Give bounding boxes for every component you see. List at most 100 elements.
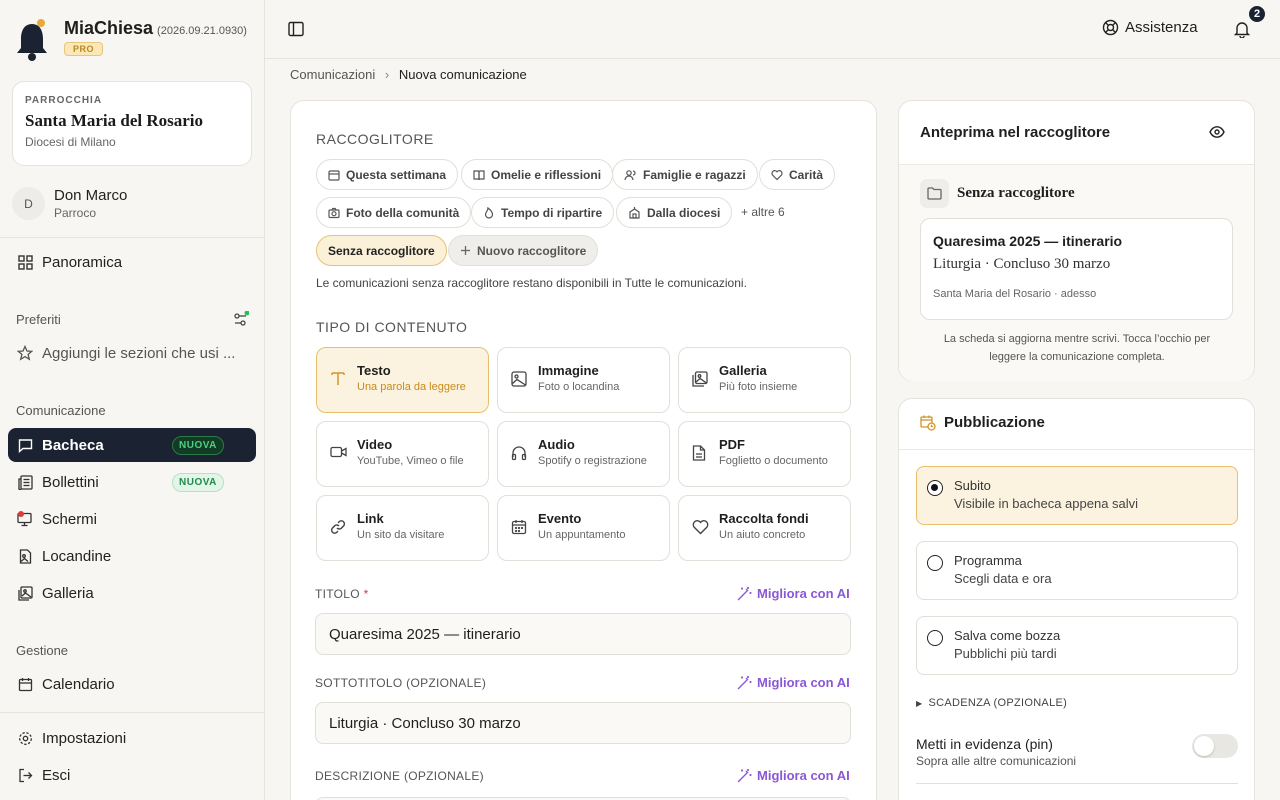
chip-diocesi[interactable]: Dalla diocesi <box>616 197 733 228</box>
type-immagine[interactable]: Immagine Foto o locandina <box>497 347 670 413</box>
notification-count: 2 <box>1247 4 1267 24</box>
type-galleria[interactable]: Galleria Più foto insieme <box>678 347 851 413</box>
publish-option-subito[interactable]: Subito Visibile in bacheca appena salvi <box>916 466 1238 525</box>
brand[interactable]: MiaChiesa (2026.09.21.0930) PRO <box>14 18 247 62</box>
tile-title: Audio <box>538 437 575 452</box>
chip-omelie[interactable]: Omelie e riflessioni <box>461 159 614 190</box>
favorites-add[interactable]: Aggiungi le sezioni che usi ... <box>8 336 256 370</box>
chip-carita[interactable]: Carità <box>759 159 836 190</box>
tile-subtitle: Più foto insieme <box>719 381 798 393</box>
users-icon <box>624 169 637 181</box>
newspaper-icon <box>17 474 33 490</box>
chip-foto-comunita[interactable]: Foto della comunità <box>316 197 472 228</box>
collector-label: RACCOGLITORE <box>316 131 434 147</box>
eye-icon[interactable] <box>1209 125 1225 142</box>
app-name: MiaChiesa <box>64 18 154 38</box>
title-input[interactable]: Quaresima 2025 — itinerario <box>315 613 851 655</box>
text-icon <box>330 371 346 390</box>
church-icon <box>628 206 641 219</box>
chip-questa-settimana[interactable]: Questa settimana <box>316 159 459 190</box>
type-testo[interactable]: Testo Una parola da leggere <box>316 347 489 413</box>
ai-label: Migliora con AI <box>757 768 850 783</box>
gear-icon <box>17 730 33 746</box>
preview-item-subtitle: Liturgia · Concluso 30 marzo <box>933 256 1111 272</box>
nav-esci[interactable]: Esci <box>8 758 256 792</box>
chip-label: Dalla diocesi <box>647 205 721 220</box>
folder-icon <box>920 179 949 208</box>
calendar-icon <box>17 676 33 692</box>
new-collector-button[interactable]: Nuovo raccoglitore <box>448 235 599 266</box>
new-badge: NUOVA <box>172 472 224 492</box>
nav-panoramica[interactable]: Panoramica <box>8 245 256 279</box>
document-icon <box>692 445 706 464</box>
sidebar-toggle-icon[interactable] <box>288 21 304 40</box>
new-badge: NUOVA <box>172 435 224 455</box>
type-video[interactable]: Video YouTube, Vimeo o file <box>316 421 489 487</box>
nav-bollettini[interactable]: Bollettini NUOVA <box>8 465 256 499</box>
chip-label: Famiglie e ragazzi <box>643 167 746 182</box>
calendar-icon <box>328 169 340 181</box>
preview-item-card[interactable]: Quaresima 2025 — itinerario Liturgia · C… <box>920 218 1233 320</box>
nav-bacheca[interactable]: Bacheca NUOVA <box>8 428 256 462</box>
breadcrumb-parent[interactable]: Comunicazioni <box>290 67 375 82</box>
option-subtitle: Scegli data e ora <box>954 571 1052 586</box>
publish-option-programma[interactable]: Programma Scegli data e ora <box>916 541 1238 600</box>
user-profile[interactable]: D Don Marco Parroco <box>12 187 127 220</box>
lifebuoy-icon <box>1102 19 1119 36</box>
expiry-toggle[interactable]: ▶ SCADENZA (OPZIONALE) <box>916 697 1067 709</box>
user-role: Parroco <box>54 206 97 220</box>
chip-label: Omelie e riflessioni <box>491 167 602 182</box>
type-raccolta-fondi[interactable]: Raccolta fondi Un aiuto concreto <box>678 495 851 561</box>
parish-card[interactable]: PARROCCHIA Santa Maria del Rosario Dioce… <box>12 81 252 166</box>
nav-calendario[interactable]: Calendario <box>8 667 256 701</box>
chip-famiglie[interactable]: Famiglie e ragazzi <box>612 159 758 190</box>
nav-label: Galleria <box>42 584 94 602</box>
subtitle-input[interactable]: Liturgia · Concluso 30 marzo <box>315 702 851 744</box>
type-evento[interactable]: Evento Un appuntamento <box>497 495 670 561</box>
headphones-icon <box>511 445 527 464</box>
ai-improve-title-button[interactable]: Migliora con AI <box>737 586 850 601</box>
more-chips-link[interactable]: + altre 6 <box>741 205 785 219</box>
flame-icon <box>483 206 495 219</box>
caret-right-icon: ▶ <box>916 698 923 708</box>
divider <box>0 712 264 713</box>
nav-impostazioni[interactable]: Impostazioni <box>8 721 256 755</box>
description-label: DESCRIZIONE (OPZIONALE) <box>315 769 484 783</box>
type-audio[interactable]: Audio Spotify o registrazione <box>497 421 670 487</box>
option-title: Subito <box>954 478 991 493</box>
app-version: (2026.09.21.0930) <box>157 25 247 37</box>
type-pdf[interactable]: PDF Foglietto o documento <box>678 421 851 487</box>
radio-icon <box>927 555 943 571</box>
nav-schermi[interactable]: Schermi <box>8 502 256 536</box>
toggle-knob <box>1194 736 1214 756</box>
nav-locandine[interactable]: Locandine <box>8 539 256 573</box>
plus-icon <box>460 245 471 256</box>
pin-toggle[interactable] <box>1192 734 1238 758</box>
manage-favorites-icon[interactable] <box>233 310 250 330</box>
nav-label: Panoramica <box>42 253 123 271</box>
option-title: Programma <box>954 553 1022 568</box>
parish-name: Santa Maria del Rosario <box>25 111 204 130</box>
chip-label: Carità <box>789 167 824 182</box>
pin-subtitle: Sopra alle altre comunicazioni <box>916 754 1077 768</box>
title-label: TITOLO * <box>315 587 369 601</box>
gallery-icon <box>17 585 33 601</box>
ai-label: Migliora con AI <box>757 586 850 601</box>
type-link[interactable]: Link Un sito da visitare <box>316 495 489 561</box>
tile-subtitle: Un appuntamento <box>538 529 626 541</box>
publish-option-bozza[interactable]: Salva come bozza Pubblichi più tardi <box>916 616 1238 675</box>
ai-improve-description-button[interactable]: Migliora con AI <box>737 768 850 783</box>
nav-label: Bollettini <box>42 473 99 491</box>
nav-label: Impostazioni <box>42 729 127 747</box>
chip-tempo-ripartire[interactable]: Tempo di ripartire <box>471 197 615 228</box>
tile-subtitle: Foglietto o documento <box>719 455 828 467</box>
nav-galleria[interactable]: Galleria <box>8 576 256 610</box>
chip-senza-raccoglitore[interactable]: Senza raccoglitore <box>316 235 447 266</box>
title-value: Quaresima 2025 — itinerario <box>329 625 521 643</box>
notifications-button[interactable]: 2 <box>1233 4 1267 41</box>
nav-label: Locandine <box>42 547 112 565</box>
ai-improve-subtitle-button[interactable]: Migliora con AI <box>737 675 850 690</box>
help-button[interactable]: Assistenza <box>1102 19 1198 36</box>
image-icon <box>511 371 527 390</box>
tile-title: Evento <box>538 511 582 526</box>
